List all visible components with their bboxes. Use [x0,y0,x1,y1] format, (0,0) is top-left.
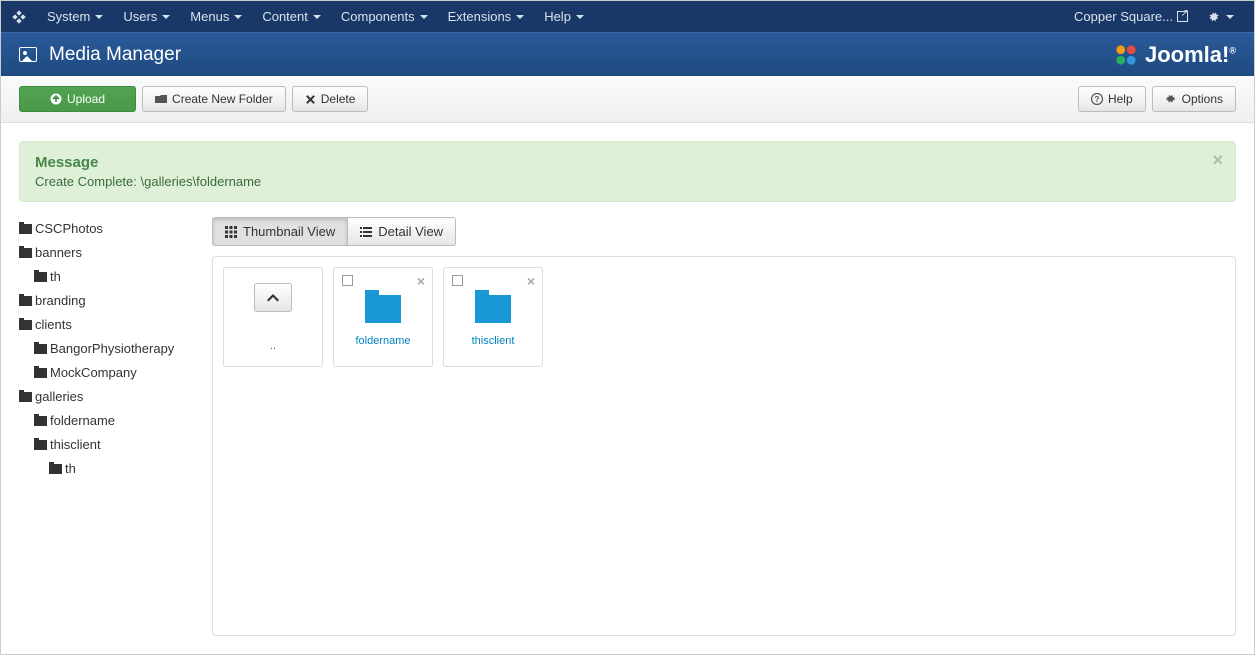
nav-users[interactable]: Users [113,1,180,32]
grid-icon [225,226,237,238]
gear-icon [1165,93,1177,105]
folder-icon [155,93,167,105]
media-folder-item[interactable]: × thisclient [443,267,543,367]
page-header: Media Manager Joomla!® [1,32,1254,76]
chevron-up-icon [267,294,279,302]
folder-icon [365,295,401,323]
nav-components[interactable]: Components [331,1,438,32]
checkbox[interactable] [342,275,353,286]
view-switcher: Thumbnail View Detail View [212,217,1236,246]
folder-icon [49,464,62,474]
joomla-icon [11,9,27,25]
tree-item-label: CSCPhotos [35,219,103,239]
tree-item-label: MockCompany [50,363,137,383]
caret-down-icon [576,15,584,19]
up-button[interactable] [254,283,292,312]
tree-item-label: clients [35,315,72,335]
folder-icon [19,224,32,234]
tree-item-label: foldername [50,411,115,431]
tree-item-th[interactable]: th [19,265,197,289]
nav-extensions[interactable]: Extensions [438,1,535,32]
options-button[interactable]: Options [1152,86,1236,112]
folder-icon [34,440,47,450]
folder-tree: CSCPhotos banners th branding clients BangorP… [19,217,197,636]
external-link-icon [1177,11,1188,22]
caret-down-icon [516,15,524,19]
alert-close-button[interactable]: × [1212,150,1223,171]
top-navigation: System Users Menus Content Components Ex… [1,1,1254,32]
tree-item-mockcompany[interactable]: MockCompany [19,361,197,385]
tree-item-branding[interactable]: branding [19,289,197,313]
close-icon [305,94,316,105]
up-label: .. [270,340,276,352]
folder-icon [19,392,32,402]
media-item-label[interactable]: thisclient [472,335,515,347]
media-folder-item[interactable]: × foldername [333,267,433,367]
folder-icon [19,320,32,330]
folder-icon [34,368,47,378]
tree-item-bangorphysiotherapy[interactable]: BangorPhysiotherapy [19,337,197,361]
tree-item-label: BangorPhysiotherapy [50,339,174,359]
delete-item-button[interactable]: × [527,273,535,289]
upload-icon [50,93,62,105]
tree-item-cscphotos[interactable]: CSCPhotos [19,217,197,241]
caret-down-icon [234,15,242,19]
caret-down-icon [1226,15,1234,19]
gear-icon [1208,10,1221,23]
tree-item-label: thisclient [50,435,101,455]
toolbar: Upload Create New Folder Delete ? Help O… [1,76,1254,123]
help-icon: ? [1091,93,1103,105]
tree-item-foldername[interactable]: foldername [19,409,197,433]
folder-icon [34,344,47,354]
tree-item-label: branding [35,291,86,311]
thumbnail-view-tab[interactable]: Thumbnail View [212,217,348,246]
list-icon [360,226,372,238]
caret-down-icon [162,15,170,19]
folder-icon [475,295,511,323]
upload-button[interactable]: Upload [19,86,136,112]
alert-body: Create Complete: \galleries\foldername [35,174,1220,189]
tree-item-th[interactable]: th [19,457,197,481]
folder-icon [34,416,47,426]
folder-icon [19,296,32,306]
nav-system[interactable]: System [37,1,113,32]
media-grid: .. × foldername × thisclient [212,256,1236,636]
delete-item-button[interactable]: × [417,273,425,289]
nav-menus[interactable]: Menus [180,1,252,32]
help-button[interactable]: ? Help [1078,86,1146,112]
detail-view-tab[interactable]: Detail View [348,217,456,246]
joomla-logo-icon [1112,41,1140,69]
tree-item-label: th [65,459,76,479]
alert-title: Message [35,154,1220,171]
tree-item-clients[interactable]: clients [19,313,197,337]
media-icon [19,47,37,62]
tree-item-label: galleries [35,387,83,407]
svg-text:?: ? [1095,95,1100,104]
caret-down-icon [313,15,321,19]
nav-content[interactable]: Content [252,1,331,32]
delete-button[interactable]: Delete [292,86,369,112]
settings-menu[interactable] [1198,1,1244,32]
folder-icon [19,248,32,258]
tree-item-label: th [50,267,61,287]
checkbox[interactable] [452,275,463,286]
tree-item-label: banners [35,243,82,263]
tree-item-thisclient[interactable]: thisclient [19,433,197,457]
media-item-label[interactable]: foldername [355,335,410,347]
media-up-item[interactable]: .. [223,267,323,367]
folder-icon [34,272,47,282]
tree-item-galleries[interactable]: galleries [19,385,197,409]
joomla-brand: Joomla!® [1112,41,1236,69]
alert-message: × Message Create Complete: \galleries\fo… [19,141,1236,202]
create-folder-button[interactable]: Create New Folder [142,86,286,112]
caret-down-icon [420,15,428,19]
site-preview-link[interactable]: Copper Square... [1064,1,1198,32]
tree-item-banners[interactable]: banners [19,241,197,265]
nav-help[interactable]: Help [534,1,594,32]
caret-down-icon [95,15,103,19]
page-title: Media Manager [49,44,181,66]
